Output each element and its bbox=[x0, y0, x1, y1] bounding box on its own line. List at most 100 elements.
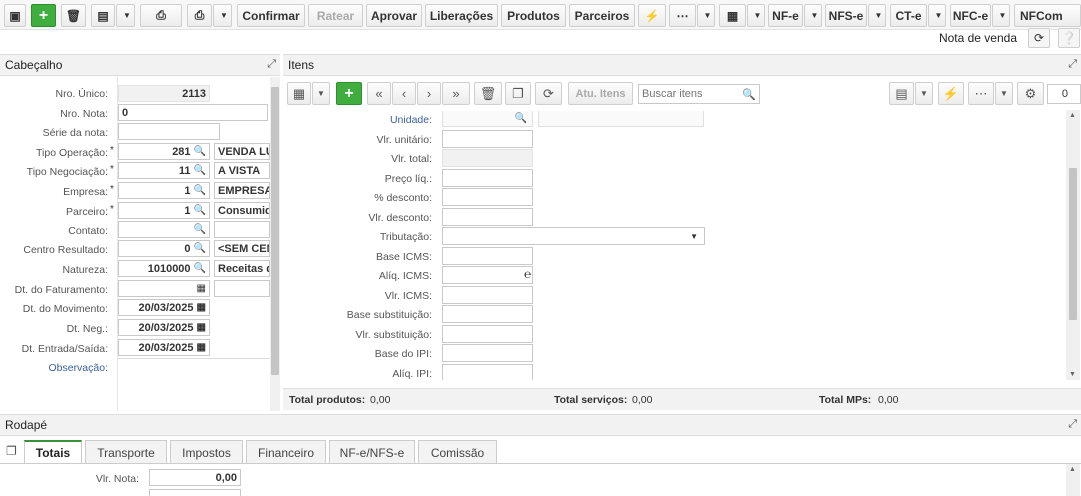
desconto-pct-field[interactable] bbox=[442, 188, 533, 206]
tipo-operacao-field[interactable]: 281 🔍 bbox=[118, 143, 210, 160]
calendar-icon[interactable]: ▦ bbox=[197, 302, 206, 313]
dt-movimento-field[interactable]: 20/03/2025 ▦ bbox=[118, 299, 210, 316]
tipo-negociacao-field[interactable]: 11 🔍 bbox=[118, 162, 210, 179]
calendar-icon[interactable]: ▦ bbox=[197, 342, 206, 353]
map-dropdown[interactable]: ▼ bbox=[747, 4, 765, 27]
delete-icon[interactable]: 🗑 bbox=[61, 4, 86, 27]
ratear-button[interactable]: Ratear bbox=[308, 4, 363, 27]
lightning-icon[interactable]: ⚡ bbox=[638, 4, 666, 27]
search-icon[interactable]: 🔍 bbox=[194, 224, 206, 235]
lightning-icon[interactable]: ⚡ bbox=[938, 82, 964, 105]
tab-impostos[interactable]: Impostos bbox=[170, 440, 243, 464]
aliq-icms-field[interactable] bbox=[442, 266, 533, 284]
last-icon[interactable]: » bbox=[442, 82, 470, 105]
more-dropdown[interactable]: ▼ bbox=[995, 82, 1013, 105]
expand-icon[interactable]: ⤢ bbox=[1068, 58, 1077, 71]
base-icms-field[interactable] bbox=[442, 247, 533, 265]
print-dropdown[interactable]: ▼ bbox=[213, 4, 232, 27]
add-item-button[interactable]: + bbox=[336, 82, 362, 105]
dt-neg-field[interactable]: 20/03/2025 ▦ bbox=[118, 319, 210, 336]
document-dropdown[interactable]: ▼ bbox=[116, 4, 135, 27]
serie-field[interactable] bbox=[118, 123, 220, 140]
nfce-dropdown[interactable]: ▼ bbox=[992, 4, 1010, 27]
add-button[interactable]: + bbox=[31, 4, 56, 27]
empresa-field[interactable]: 1 🔍 bbox=[118, 182, 210, 199]
previous-icon[interactable]: ‹ bbox=[392, 82, 416, 105]
produtos-button[interactable]: Produtos bbox=[501, 4, 566, 27]
tab-comissao[interactable]: Comissão bbox=[418, 440, 497, 464]
next-icon[interactable]: › bbox=[417, 82, 441, 105]
nfce-button[interactable]: NFC-e bbox=[950, 4, 991, 27]
delete-item-icon[interactable]: 🗑 bbox=[474, 82, 502, 105]
grid-view-icon[interactable]: ▦ bbox=[287, 82, 311, 105]
natureza-field[interactable]: 1010000 🔍 bbox=[118, 260, 210, 277]
cte-button[interactable]: CT-e bbox=[890, 4, 927, 27]
map-icon[interactable]: ▦ bbox=[719, 4, 746, 27]
document-icon[interactable]: ▤ bbox=[91, 4, 115, 27]
vlr-unitario-field[interactable] bbox=[442, 130, 533, 148]
calendar-icon[interactable]: ▦ bbox=[197, 322, 206, 333]
nro-nota-field[interactable]: 0 bbox=[118, 104, 268, 121]
confirmar-button[interactable]: Confirmar bbox=[237, 4, 305, 27]
vlr-substituicao-field[interactable] bbox=[442, 325, 533, 343]
dt-faturamento-extra[interactable] bbox=[214, 280, 270, 297]
base-substituicao-field[interactable] bbox=[442, 305, 533, 323]
preco-liq-field[interactable] bbox=[442, 169, 533, 187]
refresh-icon[interactable]: ⟳ bbox=[1028, 28, 1050, 48]
liberacoes-button[interactable]: Liberações bbox=[425, 4, 498, 27]
cte-dropdown[interactable]: ▼ bbox=[928, 4, 946, 27]
aliq-ipi-field[interactable] bbox=[442, 364, 533, 380]
expand-icon[interactable]: ⤢ bbox=[267, 58, 276, 71]
vlr-icms-field[interactable] bbox=[442, 286, 533, 304]
search-icon[interactable]: 🔍 bbox=[194, 205, 206, 216]
print-preview-icon[interactable]: ⎙ bbox=[140, 4, 182, 27]
copy-icon[interactable]: ❐ bbox=[505, 82, 531, 105]
nfe-button[interactable]: NF-e bbox=[768, 4, 803, 27]
settings-icon[interactable]: ⚙ bbox=[1017, 82, 1044, 105]
search-icon[interactable]: 🔍 bbox=[194, 165, 206, 176]
export-icon[interactable]: ▤ bbox=[889, 82, 914, 105]
atu-itens-button[interactable]: Atu. Itens bbox=[568, 82, 633, 105]
more-icon[interactable]: ⋯ bbox=[968, 82, 994, 105]
aprovar-button[interactable]: Aprovar bbox=[366, 4, 422, 27]
tab-transporte[interactable]: Transporte bbox=[85, 440, 167, 464]
search-icon[interactable]: 🔍 bbox=[194, 185, 206, 196]
unidade-field[interactable]: 🔍 bbox=[442, 111, 533, 127]
dt-entrada-saida-field[interactable]: 20/03/2025 ▦ bbox=[118, 339, 210, 356]
search-icon[interactable]: 🔍 bbox=[194, 263, 206, 274]
vlr-desconto-field[interactable] bbox=[442, 208, 533, 226]
tab-nfe-nfse[interactable]: NF-e/NFS-e bbox=[329, 440, 415, 464]
page-counter[interactable]: 0 bbox=[1047, 84, 1081, 104]
dt-faturamento-field[interactable]: ▦ bbox=[118, 280, 210, 297]
parceiro-field[interactable]: 1 🔍 bbox=[118, 202, 210, 219]
nfe-dropdown[interactable]: ▼ bbox=[804, 4, 822, 27]
itens-scrollbar[interactable]: ▲ ▼ bbox=[1066, 110, 1080, 380]
refresh-icon[interactable]: ⟳ bbox=[535, 82, 562, 105]
more-dropdown[interactable]: ▼ bbox=[697, 4, 715, 27]
expand-icon[interactable]: ⤢ bbox=[1068, 418, 1077, 431]
print-icon[interactable]: ⎙ bbox=[187, 4, 212, 27]
nfse-button[interactable]: NFS-e bbox=[825, 4, 867, 27]
new-document-icon[interactable]: ▣ bbox=[4, 4, 26, 27]
contato-field[interactable]: 🔍 bbox=[118, 221, 210, 238]
calendar-icon[interactable]: ▦ bbox=[197, 283, 206, 294]
nfcom-button[interactable]: NFCom bbox=[1014, 4, 1081, 27]
parceiros-button[interactable]: Parceiros bbox=[569, 4, 635, 27]
first-icon[interactable]: « bbox=[367, 82, 391, 105]
search-icon[interactable]: 🔍 bbox=[742, 88, 756, 101]
search-icon[interactable]: 🔍 bbox=[194, 243, 206, 254]
nfse-dropdown[interactable]: ▼ bbox=[868, 4, 886, 27]
tab-financeiro[interactable]: Financeiro bbox=[246, 440, 326, 464]
copy-icon[interactable]: ❐ bbox=[6, 444, 17, 458]
centro-resultado-field[interactable]: 0 🔍 bbox=[118, 240, 210, 257]
help-icon[interactable]: ❔ bbox=[1058, 28, 1080, 48]
grid-view-dropdown[interactable]: ▼ bbox=[312, 82, 330, 105]
cabecalho-scrollbar[interactable] bbox=[270, 77, 280, 411]
base-ipi-field[interactable] bbox=[442, 344, 533, 362]
search-items-field[interactable]: 🔍 bbox=[638, 84, 760, 104]
search-icon[interactable]: 🔍 bbox=[515, 113, 527, 124]
search-icon[interactable]: 🔍 bbox=[194, 146, 206, 157]
export-dropdown[interactable]: ▼ bbox=[915, 82, 933, 105]
tab-totais[interactable]: Totais bbox=[24, 440, 82, 464]
rodape-scrollbar[interactable]: ▲ bbox=[1066, 464, 1080, 496]
